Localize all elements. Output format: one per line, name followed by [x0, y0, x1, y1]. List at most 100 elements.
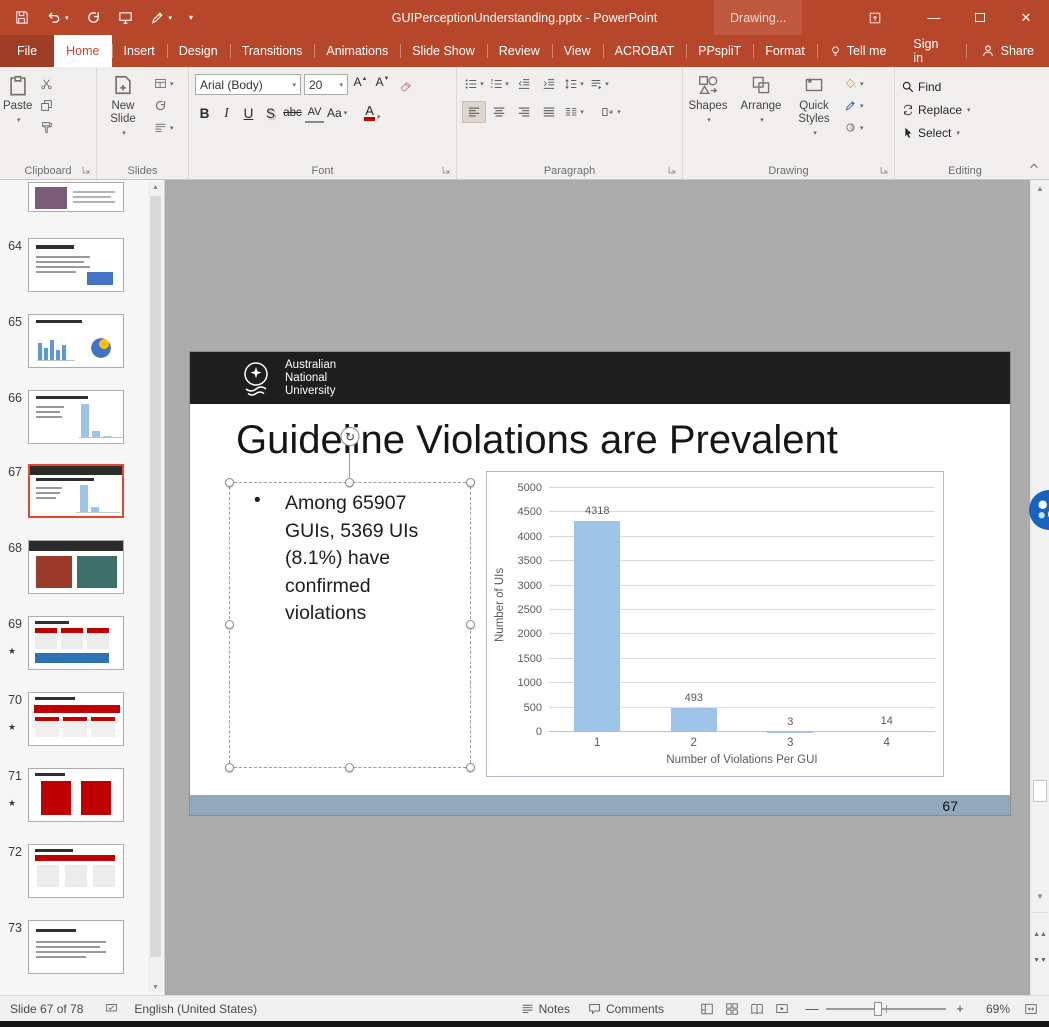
zoom-percentage[interactable]: 69%	[972, 1002, 1010, 1016]
character-spacing-button[interactable]: AV	[305, 103, 324, 123]
scroll-up-icon[interactable]: ▲	[148, 184, 163, 191]
clipboard-dialog-launcher-icon[interactable]	[81, 164, 92, 175]
save-icon[interactable]	[14, 10, 29, 25]
tab-file[interactable]: File	[0, 35, 54, 67]
cut-button[interactable]	[37, 74, 63, 93]
slide-title[interactable]: Guideline Violations are Prevalent	[236, 418, 838, 463]
slide-thumbnail-row[interactable]: 65	[0, 314, 148, 370]
customize-qat-chevron-icon[interactable]: ▾	[189, 13, 193, 22]
change-case-button[interactable]: Aa	[327, 103, 347, 123]
slide-show-view-button[interactable]	[769, 997, 794, 1021]
contextual-tools-label[interactable]: Drawing...	[714, 0, 802, 35]
edge-badge-icon[interactable]	[1028, 488, 1049, 532]
tab-view[interactable]: View	[552, 35, 603, 67]
paste-button[interactable]: Paste	[0, 70, 35, 159]
comments-button[interactable]: Comments	[588, 1002, 664, 1016]
start-slideshow-icon[interactable]	[118, 10, 133, 25]
quick-styles-button[interactable]: Quick Styles	[789, 70, 839, 159]
tab-animations[interactable]: Animations	[314, 35, 400, 67]
slide-thumbnail-image[interactable]	[28, 390, 124, 444]
align-left-button[interactable]	[463, 102, 485, 122]
slide-thumbnail-image[interactable]	[28, 238, 124, 292]
slide-thumbnail-image[interactable]	[28, 182, 124, 212]
slide-thumbnail-image[interactable]	[28, 464, 124, 518]
line-spacing-button[interactable]	[563, 74, 585, 94]
scrollbar-thumb[interactable]	[1033, 780, 1047, 802]
spell-check-icon[interactable]	[105, 1002, 118, 1015]
underline-button[interactable]: U	[239, 103, 258, 123]
slide-thumbnail-row[interactable]: 73	[0, 920, 148, 976]
reset-button[interactable]	[151, 96, 177, 115]
selected-text-box[interactable]: ↻ • Among 65907 GUIs, 5369 UIs (8.1%) ha…	[229, 482, 471, 768]
slide-thumbnail-image[interactable]	[28, 540, 124, 594]
tab-tell-me[interactable]: Tell me	[817, 35, 899, 67]
reading-view-button[interactable]	[744, 997, 769, 1021]
drawing-dialog-launcher-icon[interactable]	[879, 164, 890, 175]
shapes-dropdown-icon[interactable]	[705, 114, 711, 128]
collapse-ribbon-button[interactable]	[1027, 159, 1041, 173]
sign-in-button[interactable]: Sign in	[898, 35, 965, 67]
selection-handle[interactable]	[466, 478, 475, 487]
arrange-button[interactable]: Arrange	[733, 70, 789, 159]
align-center-button[interactable]	[488, 102, 510, 122]
language-indicator[interactable]: English (United States)	[134, 1002, 257, 1016]
selection-handle[interactable]	[345, 478, 354, 487]
thumbnail-scrollbar-thumb[interactable]	[150, 196, 161, 957]
fit-slide-button[interactable]	[1018, 997, 1043, 1021]
grow-font-button[interactable]: A▲	[351, 75, 370, 95]
slide-thumbnail-row[interactable]: 71 ★	[0, 768, 148, 824]
slide-counter[interactable]: Slide 67 of 78	[10, 1002, 83, 1016]
slide[interactable]: Australian National University Guideline…	[190, 352, 1010, 815]
zoom-in-button[interactable]: +	[952, 1001, 968, 1016]
slide-thumbnail-row[interactable]: 64	[0, 238, 148, 294]
strikethrough-button[interactable]: abc	[283, 103, 302, 123]
arrange-dropdown-icon[interactable]	[758, 114, 764, 128]
zoom-slider-thumb[interactable]	[874, 1002, 882, 1016]
text-shadow-button[interactable]: S	[261, 103, 280, 123]
slide-editing-canvas[interactable]: Australian National University Guideline…	[165, 180, 1030, 995]
font-size-dropdown-icon[interactable]	[337, 78, 343, 92]
shape-fill-button[interactable]	[841, 74, 867, 93]
scroll-down-icon[interactable]: ▼	[148, 984, 163, 991]
redo-icon[interactable]	[86, 10, 101, 25]
quick-styles-dropdown-icon[interactable]	[811, 127, 817, 141]
shapes-button[interactable]: Shapes	[683, 70, 733, 159]
slide-thumbnail-row[interactable]	[0, 182, 148, 238]
previous-slide-button[interactable]: ▲▲	[1031, 932, 1049, 937]
tab-slide-show[interactable]: Slide Show	[400, 35, 487, 67]
chart-bar[interactable]	[574, 521, 620, 732]
slide-thumbnail-image[interactable]	[28, 692, 124, 746]
tab-design[interactable]: Design	[167, 35, 230, 67]
columns-button[interactable]	[563, 102, 585, 122]
selection-handle[interactable]	[466, 620, 475, 629]
new-slide-button[interactable]: New Slide	[97, 70, 149, 159]
notes-button[interactable]: Notes	[521, 1002, 570, 1016]
slide-thumbnail-row[interactable]: 72	[0, 844, 148, 900]
chart-bar[interactable]	[671, 708, 717, 732]
new-slide-dropdown-icon[interactable]	[120, 127, 126, 141]
normal-view-button[interactable]	[694, 997, 719, 1021]
bullet-text[interactable]: Among 65907 GUIs, 5369 UIs (8.1%) have c…	[285, 490, 418, 628]
font-size-combobox[interactable]: 20	[304, 74, 348, 95]
shrink-font-button[interactable]: A▼	[373, 75, 392, 95]
slide-thumbnail-row[interactable]: 70 ★	[0, 692, 148, 748]
slide-thumbnail-row[interactable]: 69 ★	[0, 616, 148, 672]
italic-button[interactable]: I	[217, 103, 236, 123]
slide-thumbnail-image[interactable]	[28, 616, 124, 670]
main-vertical-scrollbar[interactable]: ▲ ▼ ▲▲ ▼▼	[1030, 180, 1049, 995]
text-direction-button[interactable]	[588, 74, 610, 94]
section-button[interactable]	[151, 118, 177, 137]
maximize-button[interactable]	[957, 0, 1003, 35]
format-painter-button[interactable]	[37, 118, 63, 137]
shape-effects-button[interactable]	[841, 118, 867, 137]
tab-insert[interactable]: Insert	[112, 35, 167, 67]
thumbnail-scrollbar[interactable]: ▲ ▼	[148, 182, 163, 993]
shape-outline-button[interactable]	[841, 96, 867, 115]
slide-thumbnail-image[interactable]	[28, 920, 124, 974]
tab-transitions[interactable]: Transitions	[230, 35, 315, 67]
zoom-out-button[interactable]: —	[804, 1001, 820, 1016]
slide-thumbnail-row[interactable]: 68	[0, 540, 148, 596]
bold-button[interactable]: B	[195, 103, 214, 123]
increase-indent-button[interactable]	[538, 74, 560, 94]
selection-handle[interactable]	[225, 620, 234, 629]
